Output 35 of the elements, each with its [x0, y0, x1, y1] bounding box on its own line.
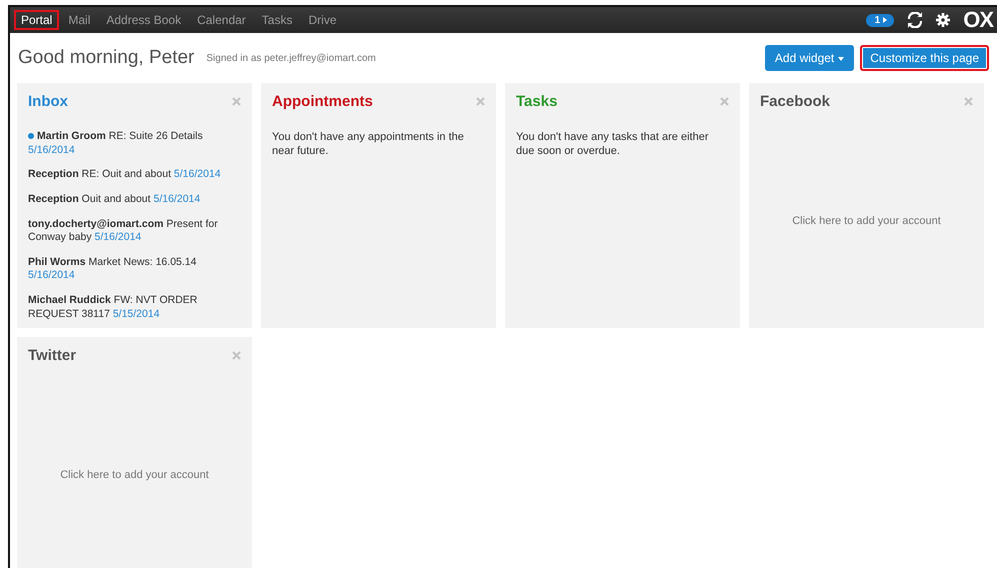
- close-icon[interactable]: [232, 97, 241, 106]
- add-account-link[interactable]: Click here to add your account: [792, 215, 941, 227]
- nav-tab[interactable]: Drive: [301, 10, 344, 30]
- widget-title[interactable]: Inbox: [28, 93, 68, 110]
- caret-icon: [838, 56, 844, 61]
- nav-tab[interactable]: Calendar: [190, 10, 253, 30]
- nav-tab[interactable]: Portal: [14, 10, 60, 30]
- mail-item[interactable]: Phil Worms Market News: 16.05.14 5/16/2014: [28, 256, 241, 284]
- widget-title[interactable]: Appointments: [272, 93, 373, 110]
- nav-tab[interactable]: Mail: [61, 10, 98, 30]
- nav-tab[interactable]: Tasks: [254, 10, 300, 30]
- mail-item[interactable]: Reception Ouit and about 5/16/2014: [28, 192, 241, 207]
- empty-message: You don't have any tasks that are either due soon or overdue.: [516, 130, 710, 159]
- settings-icon[interactable]: [936, 13, 950, 27]
- widget-title[interactable]: Facebook: [760, 93, 830, 110]
- close-icon[interactable]: [964, 97, 973, 106]
- close-icon[interactable]: [476, 97, 485, 106]
- notification-badge[interactable]: 1: [866, 14, 894, 26]
- close-icon[interactable]: [232, 351, 241, 360]
- close-icon[interactable]: [720, 97, 729, 106]
- logo: OX: [963, 7, 993, 33]
- mail-item[interactable]: Michael Ruddick FW: NVT ORDER REQUEST 38117 5/15/2014: [28, 294, 241, 322]
- nav-tab[interactable]: Address Book: [99, 10, 188, 30]
- greeting: Good morning, Peter: [18, 47, 194, 69]
- customize-button[interactable]: Customize this page: [860, 45, 989, 71]
- mail-item[interactable]: tony.docherty@iomart.com Present for Conway baby 5/16/2014: [28, 218, 241, 245]
- add-widget-button[interactable]: Add widget: [764, 45, 854, 71]
- mail-item[interactable]: Reception RE: Ouit and about 5/16/2014: [28, 168, 241, 182]
- empty-message: You don't have any appointments in the near future.: [272, 130, 465, 159]
- signed-in-text: Signed in as peter.jeffrey@iomart.com: [206, 52, 376, 64]
- widget-title[interactable]: Twitter: [28, 347, 76, 364]
- widget-title[interactable]: Tasks: [516, 93, 558, 110]
- mail-item[interactable]: Martin Groom RE: Suite 26 Details 5/16/2014: [28, 130, 241, 158]
- add-account-link[interactable]: Click here to add your account: [60, 469, 209, 481]
- refresh-icon[interactable]: [907, 12, 924, 28]
